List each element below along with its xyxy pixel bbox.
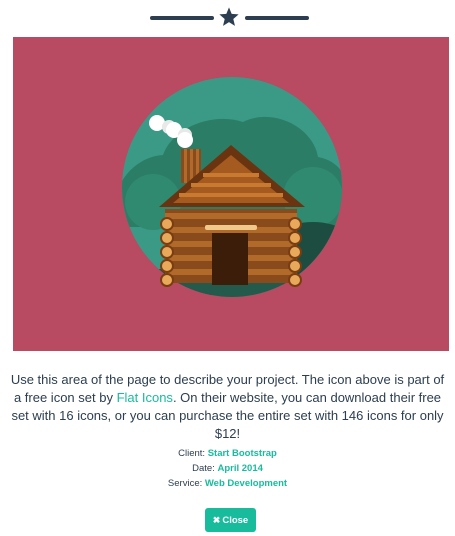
close-button[interactable]: ✖ Close [205,508,256,532]
log-cabin-icon [122,77,342,297]
service-row: Service: Web Development [0,476,455,491]
date-row: Date: April 2014 [0,461,455,476]
client-label: Client: [178,448,206,459]
star-icon [219,7,239,26]
service-label: Service: [167,478,203,489]
date-label: Date: [192,463,215,474]
client-link[interactable]: Start Bootstrap [208,448,277,459]
close-button-label: Close [222,514,249,526]
divider-line-right [245,16,309,20]
project-details: Client: Start Bootstrap Date: April 2014… [0,446,455,491]
client-row: Client: Start Bootstrap [0,446,455,461]
service-link[interactable]: Web Development [205,478,287,489]
flat-icons-link[interactable]: Flat Icons [117,390,173,405]
project-description: Use this area of the page to describe yo… [6,371,449,443]
times-icon: ✖ [212,514,221,525]
star-divider [0,6,455,30]
divider-line-left [150,16,214,20]
date-link[interactable]: April 2014 [217,463,262,474]
project-image [13,37,449,351]
